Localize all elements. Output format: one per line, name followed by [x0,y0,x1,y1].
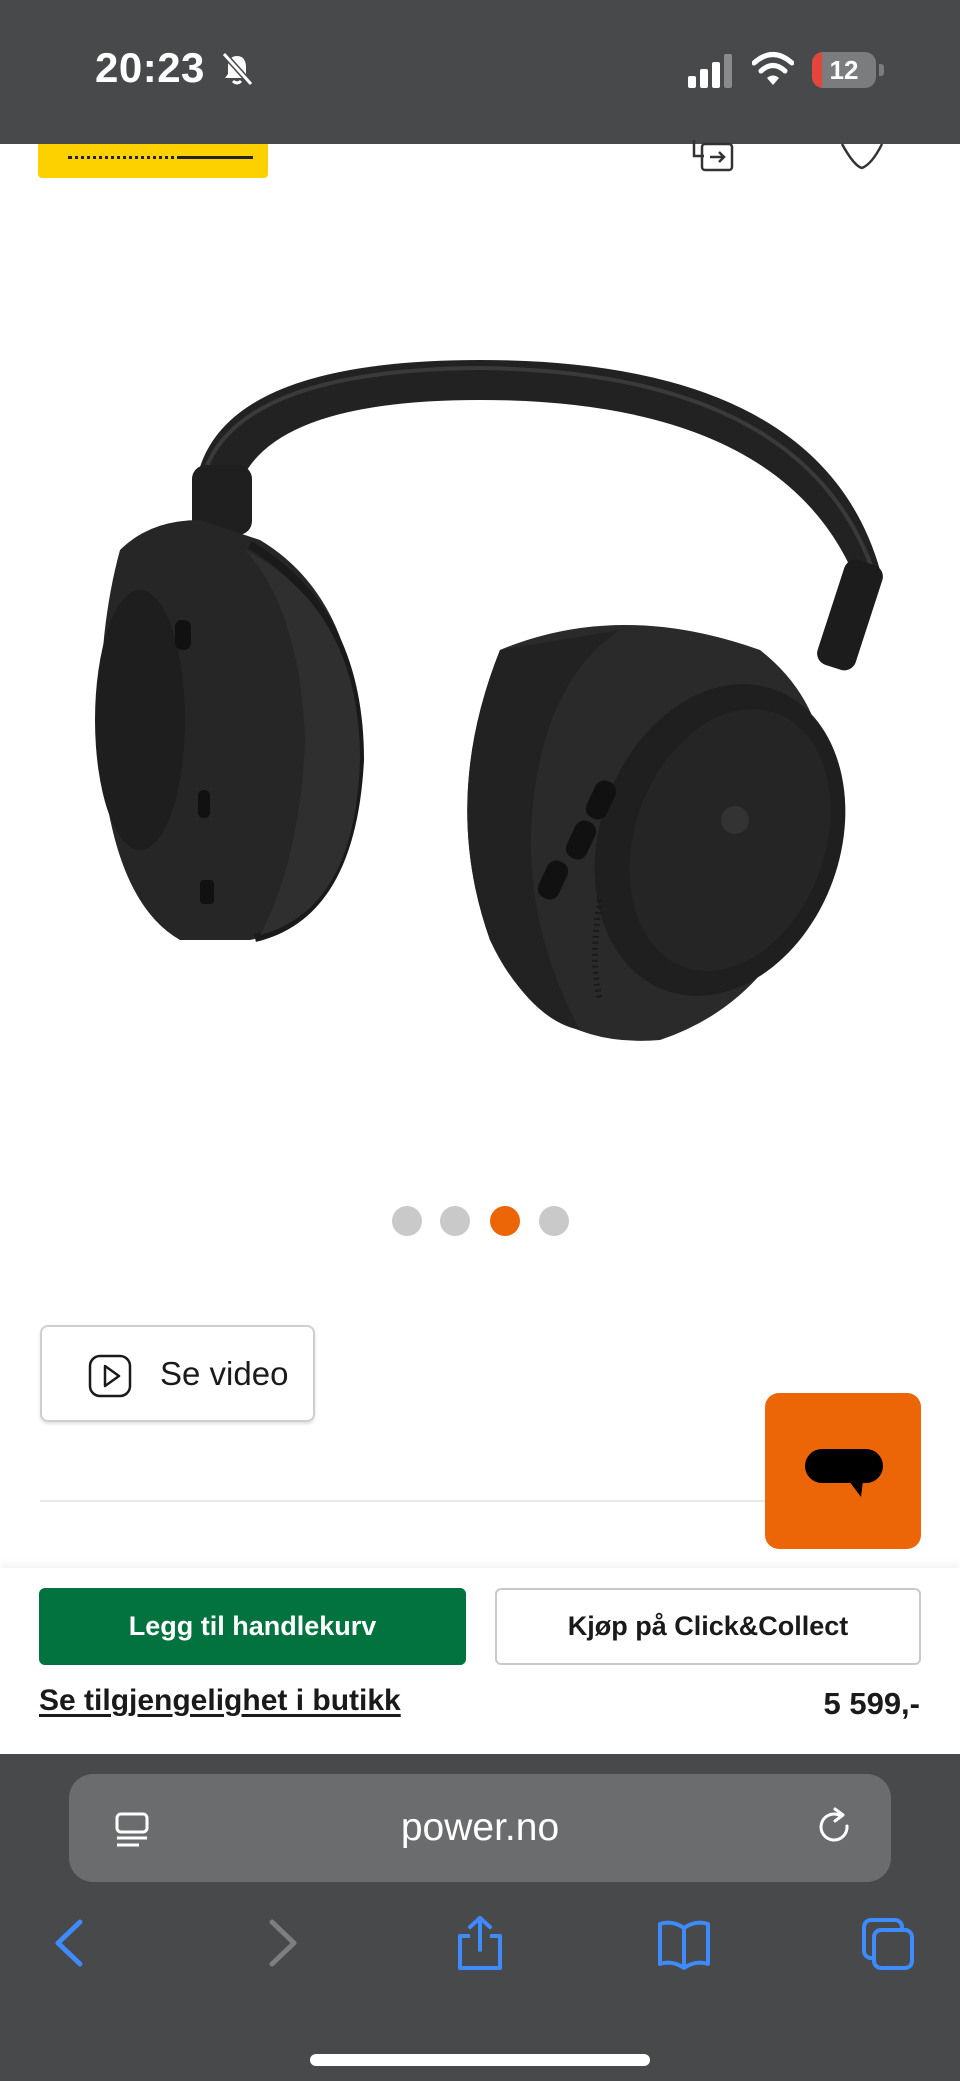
click-collect-button[interactable]: Kjøp på Click&Collect [495,1588,921,1665]
add-to-cart-button[interactable]: Legg til handlekurv [39,1588,466,1665]
status-bar: 20:23 12 [0,0,960,144]
forward-icon[interactable] [252,1914,308,1972]
chat-button[interactable] [765,1393,921,1549]
compare-icon[interactable] [690,138,742,172]
back-icon[interactable] [44,1914,100,1972]
chat-bubble-icon [805,1449,883,1497]
price: 5 599,- [823,1686,920,1721]
carousel-dot-2[interactable] [440,1206,470,1236]
heart-icon[interactable] [838,140,886,170]
url-text[interactable]: power.no [69,1774,891,1882]
product-image-headphones[interactable] [60,340,910,1060]
reload-icon[interactable] [813,1806,857,1850]
watch-video-button[interactable]: Se video [40,1325,315,1422]
tabs-icon[interactable] [860,1914,916,1972]
carousel-dot-3-active[interactable] [490,1206,520,1236]
carousel-dot-1[interactable] [392,1206,422,1236]
brand-banner[interactable] [38,144,268,178]
bookmarks-icon[interactable] [656,1914,712,1972]
browser-toolbar: power.no [0,1754,960,2081]
play-icon [88,1354,132,1398]
carousel-dot-4[interactable] [539,1206,569,1236]
share-icon[interactable] [452,1914,508,1972]
bell-slash-icon [221,51,254,87]
video-label: Se video [160,1355,289,1392]
cellular-signal-icon [688,54,732,88]
store-availability-link[interactable]: Se tilgjengelighet i butikk [39,1684,401,1718]
buy-bar: Legg til handlekurv Kjøp på Click&Collec… [0,1568,960,1754]
home-indicator [310,2054,650,2066]
battery-icon: 12 [812,52,876,88]
battery-tip [879,64,884,76]
status-time: 20:23 [95,44,205,91]
address-bar[interactable]: power.no [69,1774,891,1882]
wifi-icon [752,52,794,85]
battery-level: 12 [829,55,859,85]
